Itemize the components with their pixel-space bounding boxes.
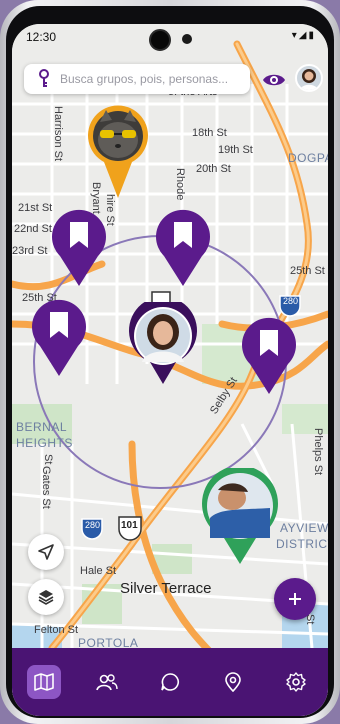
shield-280-north: 280 (283, 296, 299, 306)
front-camera (149, 29, 171, 51)
pin-bookmark-2[interactable] (154, 206, 212, 288)
key-icon (39, 69, 49, 87)
map-label-dogpatch: DOGPA (288, 151, 328, 165)
shield-280-south: 280 (85, 520, 101, 530)
navigation-arrow-icon (38, 544, 54, 560)
recenter-button[interactable] (28, 534, 64, 570)
map-label-district: DISTRICT (276, 537, 328, 551)
chat-icon (161, 673, 179, 691)
app-screen: of the Arts Harrison St 18th St 19th St … (12, 24, 328, 716)
nav-chat[interactable] (153, 665, 187, 699)
map-label-silver-terrace: Silver Terrace (120, 580, 212, 597)
layers-button[interactable] (28, 579, 64, 615)
profile-avatar-button[interactable] (295, 64, 323, 92)
pin-user-man[interactable] (200, 468, 280, 566)
map-label-bayview: AYVIEW (280, 521, 328, 535)
status-icons: ▾◢▮ (292, 30, 316, 41)
add-button[interactable] (274, 578, 316, 620)
nav-people[interactable] (90, 665, 124, 699)
map-label-felton: Felton St (34, 624, 79, 636)
pin-current-user[interactable] (128, 302, 198, 386)
people-icon (95, 674, 118, 691)
search-input[interactable]: Busca grupos, pois, personas... (60, 72, 228, 86)
nav-settings[interactable] (279, 665, 313, 699)
plus-icon (289, 593, 301, 605)
pin-bookmark-3[interactable] (30, 296, 88, 378)
shield-101: 101 (121, 520, 138, 531)
status-bar: 12:30 ▾◢▮ (12, 24, 328, 51)
map-label-st: St (42, 454, 54, 465)
map-label-gates: Gates St (40, 466, 52, 509)
map-label-23rd: 23rd St (12, 245, 48, 257)
map-label-hale: Hale St (80, 565, 117, 577)
pin-user-cat[interactable] (86, 104, 150, 200)
map-icon (33, 673, 54, 691)
location-pin-icon (225, 672, 241, 692)
battery-icon: ▮ (308, 30, 316, 41)
map-label-harrison: Harrison St (52, 106, 64, 162)
map-label-heights: HEIGHTS (16, 436, 73, 450)
eye-icon (263, 74, 285, 86)
sensor (182, 34, 192, 44)
map-label-21st: 21st St (18, 202, 53, 214)
visibility-toggle-button[interactable] (260, 66, 288, 94)
nav-map[interactable] (26, 665, 61, 699)
gear-icon (286, 672, 307, 692)
pin-bookmark-4[interactable] (240, 314, 298, 396)
map-label-25th-east: 25th St (290, 265, 325, 277)
map-label-19th: 19th St (218, 144, 253, 156)
map-label-22nd: 22nd St (14, 223, 52, 235)
layers-icon (38, 590, 54, 605)
wifi-icon: ▾ (291, 30, 299, 41)
map-label-phelps: Phelps St (312, 428, 324, 476)
pin-bookmark-1[interactable] (50, 206, 108, 288)
map-label-bernal: BERNAL (16, 420, 68, 434)
bottom-navigation (12, 648, 328, 716)
map-label-18th: 18th St (192, 127, 227, 139)
map-label-20th: 20th St (196, 163, 231, 175)
map-label-rhode: Rhode (174, 168, 186, 201)
nav-places[interactable] (216, 665, 250, 699)
status-time: 12:30 (26, 30, 57, 44)
avatar (297, 66, 321, 90)
search-bar[interactable]: Busca grupos, pois, personas... (24, 64, 250, 94)
